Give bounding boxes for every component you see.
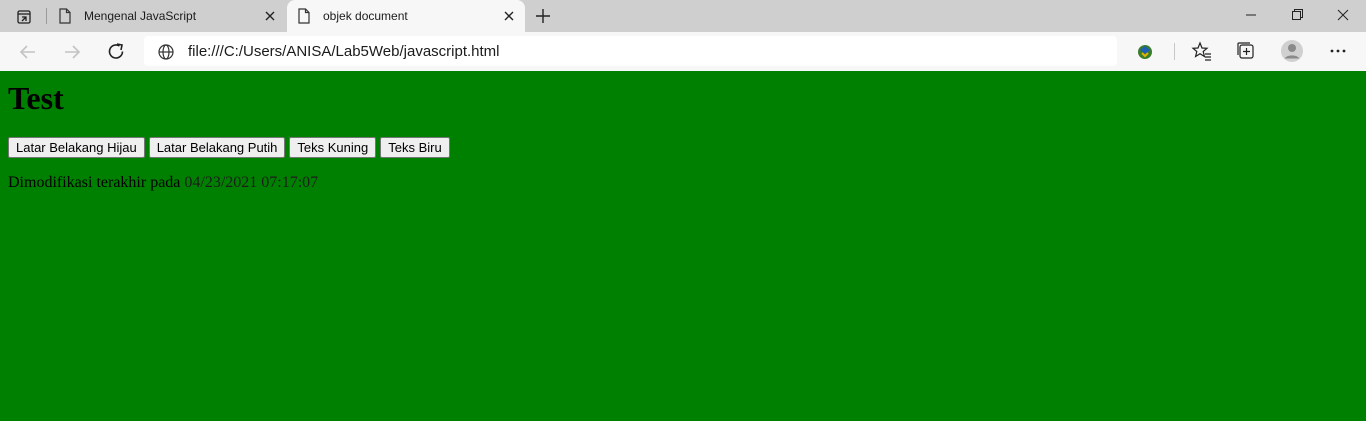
page-heading: Test <box>8 80 64 116</box>
close-icon[interactable] <box>262 8 278 24</box>
browser-toolbar: file:///C:/Users/ANISA/Lab5Web/javascrip… <box>0 32 1366 71</box>
back-arrow-icon[interactable] <box>15 39 41 65</box>
more-icon[interactable] <box>1327 40 1349 62</box>
reload-icon[interactable] <box>103 39 129 65</box>
last-modified-date: 04/23/2021 07:17:07 <box>184 174 319 191</box>
forward-arrow-icon[interactable] <box>59 39 85 65</box>
extension-icon[interactable] <box>1134 40 1156 62</box>
white-background-button[interactable]: Latar Belakang Putih <box>148 137 286 158</box>
plus-icon[interactable] <box>533 6 553 26</box>
tab-objek-document[interactable]: objek document <box>287 0 525 32</box>
blue-text-button[interactable]: Teks Biru <box>380 137 450 158</box>
minimize-icon[interactable] <box>1236 4 1266 26</box>
tab-mengenal-javascript[interactable]: Mengenal JavaScript <box>48 0 286 32</box>
globe-icon <box>157 43 175 66</box>
url-text: file:///C:/Users/ANISA/Lab5Web/javascrip… <box>188 43 500 60</box>
yellow-text-button[interactable]: Teks Kuning <box>289 137 377 158</box>
favorites-icon[interactable] <box>1191 40 1213 62</box>
close-icon[interactable] <box>501 8 517 24</box>
last-modified-label: Dimodifikasi terakhir pada <box>8 174 181 191</box>
tab-title: objek document <box>323 9 408 23</box>
collections-icon[interactable] <box>1235 40 1257 62</box>
tab-strip: Mengenal JavaScript objek document <box>0 0 1366 32</box>
document-icon <box>297 8 311 27</box>
window-close-icon[interactable] <box>1328 4 1358 26</box>
profile-icon[interactable] <box>1280 39 1304 63</box>
last-modified-line: Dimodifikasi terakhir pada 04/23/2021 07… <box>8 174 318 192</box>
tab-actions-icon[interactable] <box>10 6 38 28</box>
restore-icon[interactable] <box>1282 4 1312 26</box>
address-bar[interactable]: file:///C:/Users/ANISA/Lab5Web/javascrip… <box>144 36 1117 66</box>
toolbar-divider <box>1174 43 1175 60</box>
tab-title: Mengenal JavaScript <box>84 9 197 23</box>
page-content: Test Latar Belakang Hijau Latar Belakang… <box>0 71 1366 421</box>
tab-divider <box>46 8 47 24</box>
green-background-button[interactable]: Latar Belakang Hijau <box>8 137 145 158</box>
document-icon <box>58 8 72 27</box>
button-row: Latar Belakang Hijau Latar Belakang Puti… <box>8 137 450 158</box>
